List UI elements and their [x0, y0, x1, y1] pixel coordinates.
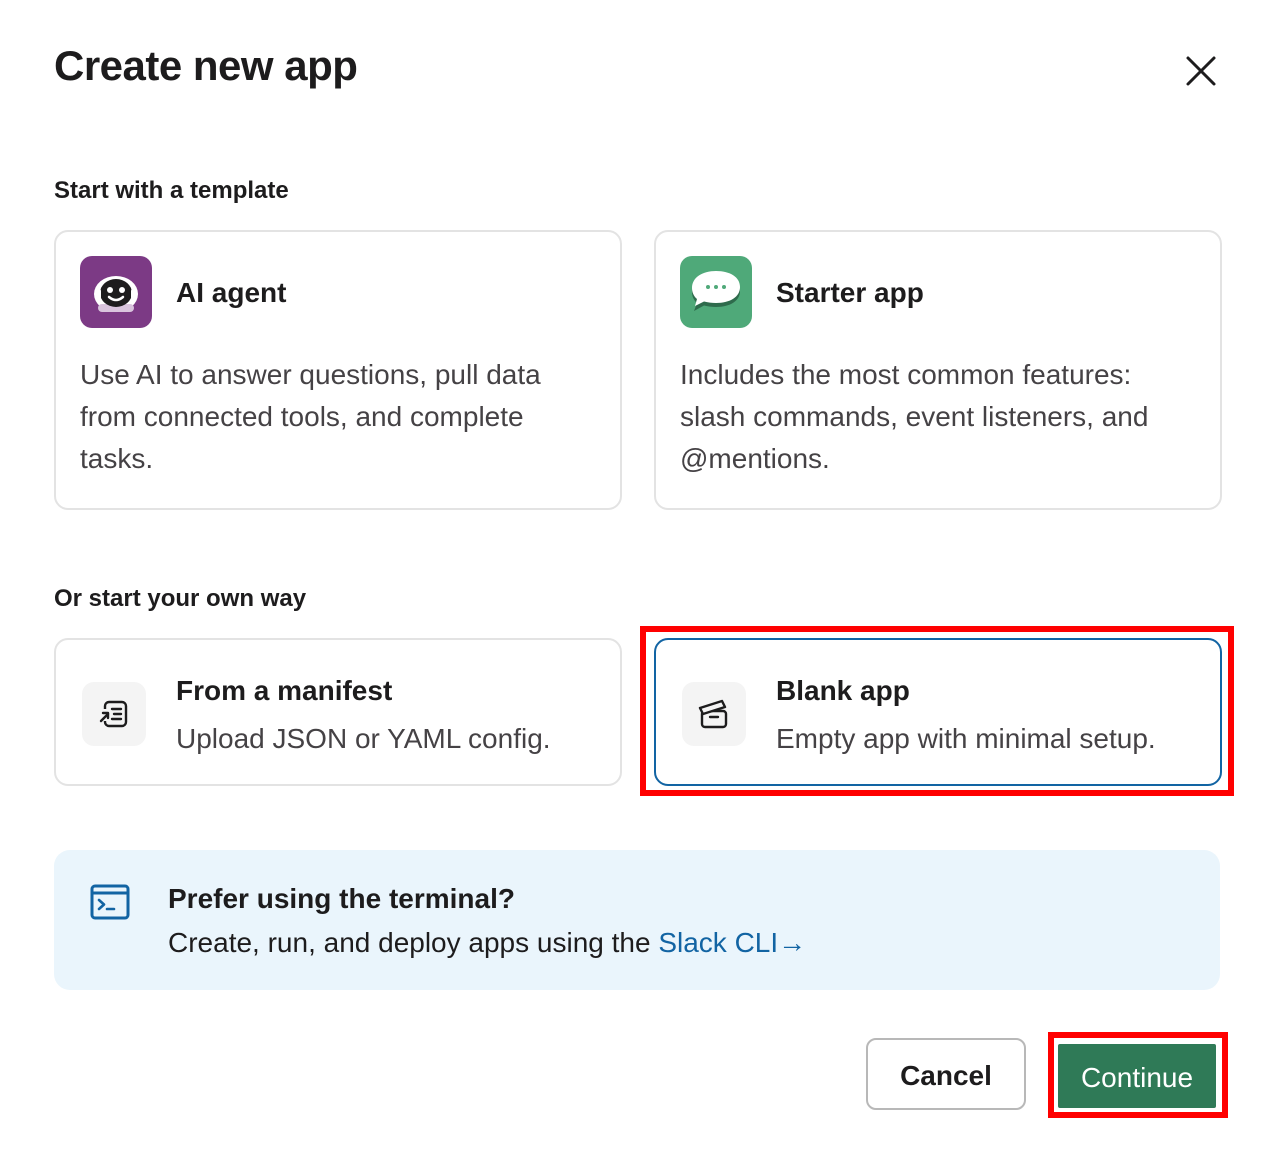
option-card-title: From a manifest: [176, 675, 393, 706]
cli-banner-description: Create, run, and deploy apps using the S…: [168, 926, 806, 960]
template-card-starter-app[interactable]: Starter app Includes the most common fea…: [654, 230, 1222, 510]
terminal-icon: [90, 884, 130, 920]
option-card-from-manifest[interactable]: From a manifest Upload JSON or YAML conf…: [54, 638, 622, 786]
template-card-description: Use AI to answer questions, pull data fr…: [80, 359, 541, 474]
cli-description-text: Create, run, and deploy apps using the: [168, 927, 659, 958]
option-card-description: Upload JSON or YAML config.: [176, 723, 551, 754]
own-way-section-label: Or start your own way: [54, 585, 307, 612]
dialog-title: Create new app: [54, 42, 358, 89]
cancel-button[interactable]: Cancel: [866, 1038, 1026, 1110]
slack-cli-link-text: Slack CLI: [658, 927, 779, 958]
template-section-label: Start with a template: [54, 177, 289, 204]
blank-box-icon: [682, 682, 746, 746]
template-card-title: Starter app: [776, 277, 924, 308]
option-card-title: Blank app: [776, 675, 910, 706]
close-icon: [1186, 56, 1216, 86]
manifest-icon: [82, 682, 146, 746]
slack-cli-link[interactable]: Slack CLI→: [658, 927, 806, 958]
close-button[interactable]: [1176, 46, 1226, 96]
robot-icon: [80, 256, 152, 328]
chat-bubble-icon: [680, 256, 752, 328]
option-card-description: Empty app with minimal setup.: [776, 723, 1156, 754]
arrow-right-icon: →: [778, 927, 807, 958]
template-card-ai-agent[interactable]: AI agent Use AI to answer questions, pul…: [54, 230, 622, 510]
cli-banner: Prefer using the terminal? Create, run, …: [54, 850, 1220, 990]
template-card-description: Includes the most common features: slash…: [680, 359, 1149, 474]
option-card-blank-app[interactable]: Blank app Empty app with minimal setup.: [654, 638, 1222, 786]
cli-banner-title: Prefer using the terminal?: [168, 883, 515, 914]
create-app-dialog: Create new app Start with a template AI …: [0, 0, 1272, 1154]
template-card-title: AI agent: [176, 277, 287, 308]
continue-button[interactable]: Continue: [1058, 1044, 1216, 1108]
